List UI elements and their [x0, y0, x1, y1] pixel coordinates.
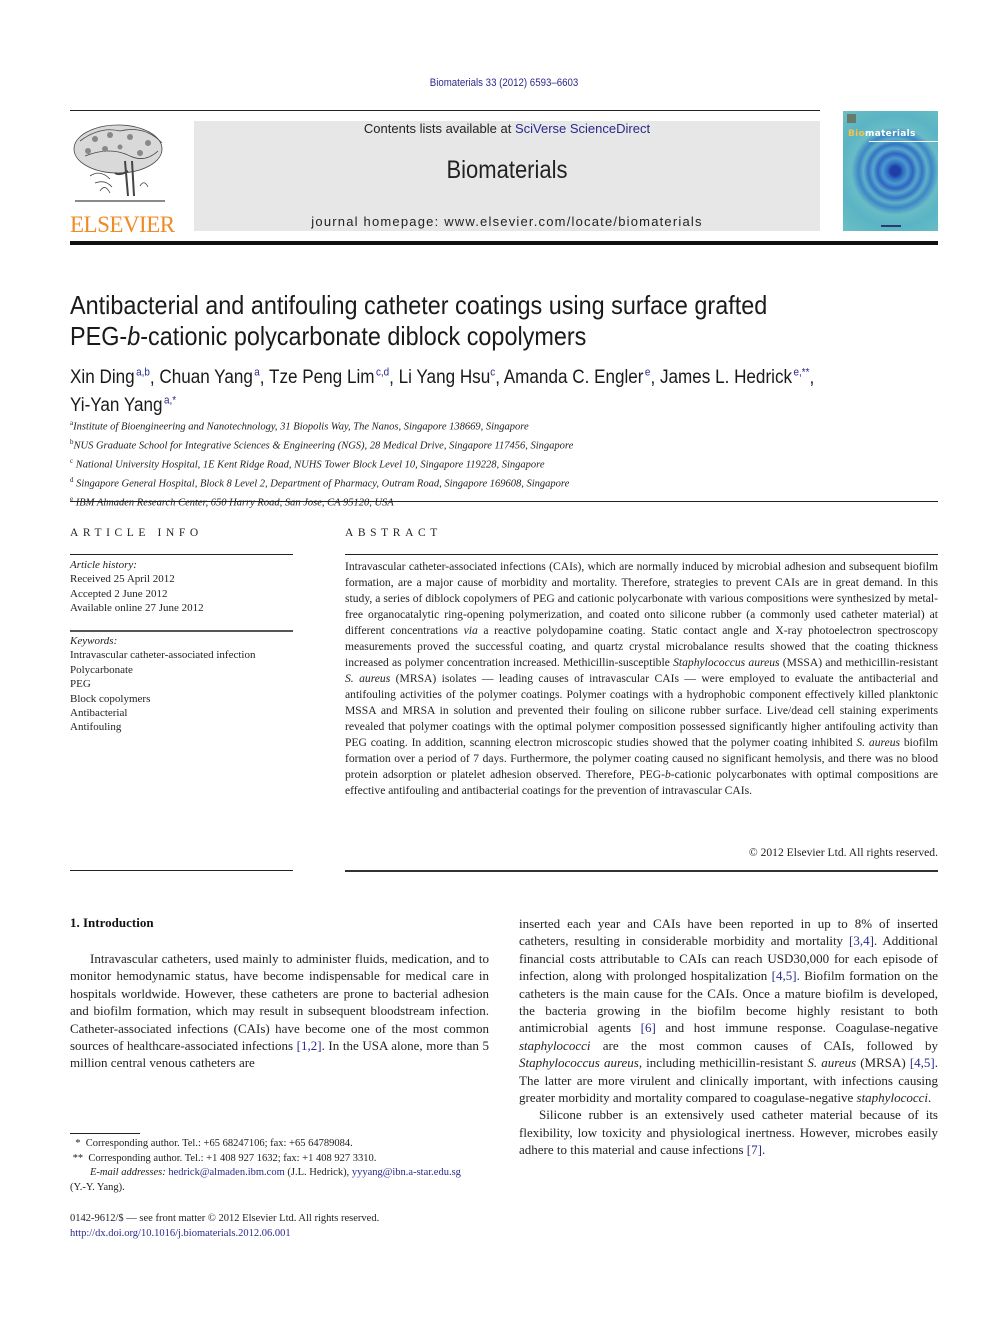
- author[interactable]: Yi-Yan Yang a,*: [70, 394, 176, 415]
- keyword: Intravascular catheter-associated infect…: [70, 649, 256, 662]
- affiliations: aInstitute of Bioengineering and Nanotec…: [70, 416, 573, 511]
- cover-publisher-badge-icon: [847, 114, 856, 123]
- journal-title: Biomaterials: [446, 156, 568, 184]
- corresponding-author-note: * Corresponding author. Tel.: +65 682471…: [70, 1138, 353, 1149]
- reference-link[interactable]: [4,5]: [910, 1055, 935, 1070]
- affiliation: c National University Hospital, 1E Kent …: [70, 457, 545, 471]
- article-history: Article history: Received 25 April 2012 …: [70, 558, 204, 616]
- journal-citation[interactable]: Biomaterials 33 (2012) 6593–6603: [60, 77, 947, 89]
- abstract-rule: [345, 554, 938, 555]
- contents-prefix: Contents lists available at: [363, 121, 515, 136]
- doi-link[interactable]: http://dx.doi.org/10.1016/j.biomaterials…: [70, 1227, 500, 1242]
- abstract-copyright: © 2012 Elsevier Ltd. All rights reserved…: [748, 846, 938, 859]
- online-date: Available online 27 June 2012: [70, 602, 204, 615]
- author[interactable]: Li Yang Hsuc: [399, 367, 496, 388]
- author[interactable]: Amanda C. Engler e: [504, 367, 651, 388]
- reference-link[interactable]: [6]: [641, 1020, 656, 1035]
- reference-link[interactable]: [1,2]: [297, 1038, 322, 1053]
- cover-title: Biomaterials: [848, 129, 916, 139]
- article-info-rule: [70, 630, 293, 632]
- author-list: Xin Ding a,b, Chuan Yang a, Tze Peng Lim…: [70, 367, 815, 416]
- article-title: Antibacterial and antifouling catheter c…: [70, 290, 768, 351]
- cover-footer-mark: [881, 225, 901, 227]
- section-rule: [70, 501, 938, 502]
- footnote-rule: [70, 1133, 140, 1134]
- affiliation: bNUS Graduate School for Integrative Sci…: [70, 438, 574, 452]
- elsevier-logo[interactable]: ELSEVIER: [70, 121, 175, 237]
- author[interactable]: Chuan Yang a: [159, 367, 259, 388]
- article-info-rule: [70, 554, 293, 555]
- history-label: Article history:: [70, 559, 137, 571]
- sciencedirect-link[interactable]: SciVerse ScienceDirect: [515, 121, 650, 136]
- journal-homepage-link[interactable]: journal homepage: www.elsevier.com/locat…: [194, 214, 820, 229]
- intro-left-column: Intravascular catheters, used mainly to …: [70, 951, 490, 1071]
- article-info-rule: [70, 870, 293, 871]
- reference-link[interactable]: [4,5]: [772, 968, 797, 983]
- elsevier-tree-icon: [73, 124, 165, 202]
- corresponding-author-note: ** Corresponding author. Tel.: +1 408 92…: [70, 1152, 377, 1164]
- author[interactable]: James L. Hedrick e,**: [660, 367, 810, 388]
- article-info-heading: ARTICLE INFO: [70, 527, 203, 539]
- abstract-rule: [345, 870, 938, 872]
- keywords-label: Keywords:: [70, 635, 118, 647]
- email-owner: (Y.-Y. Yang).: [70, 1181, 125, 1193]
- intro-paragraph: inserted each year and CAIs have been re…: [519, 916, 939, 1106]
- cover-line: [869, 141, 938, 142]
- received-date: Received 25 April 2012: [70, 573, 175, 586]
- author[interactable]: Xin Ding a,b: [70, 367, 150, 388]
- affiliation: d Singapore General Hospital, Block 8 Le…: [70, 476, 570, 490]
- email-link[interactable]: hedrick@almaden.ibm.com: [168, 1167, 284, 1178]
- author[interactable]: Tze Peng Lim c,d: [269, 367, 389, 388]
- email-line: E-mail addresses: hedrick@almaden.ibm.co…: [90, 1167, 461, 1178]
- abstract-text: Intravascular catheter-associated infect…: [345, 560, 938, 797]
- introduction-heading: 1. Introduction: [70, 915, 154, 930]
- intro-right-column: inserted each year and CAIs have been re…: [519, 915, 938, 1159]
- accepted-date: Accepted 2 June 2012: [70, 587, 168, 600]
- keyword: Polycarbonate: [70, 663, 133, 676]
- reference-link[interactable]: [7]: [747, 1142, 762, 1157]
- header-rule: [70, 110, 820, 111]
- keyword: Block copolymers: [70, 692, 151, 705]
- contents-line: Contents lists available at SciVerse Sci…: [194, 121, 820, 136]
- journal-banner: Contents lists available at SciVerse Sci…: [194, 121, 820, 231]
- reference-link[interactable]: [3,4]: [849, 933, 874, 948]
- page-footer: 0142-9612/$ — see front matter © 2012 El…: [70, 1212, 500, 1241]
- journal-cover-thumbnail[interactable]: Biomaterials: [843, 111, 938, 231]
- issn-line: 0142-9612/$ — see front matter © 2012 El…: [70, 1213, 380, 1224]
- abstract-heading: ABSTRACT: [345, 527, 442, 539]
- keyword: PEG: [70, 678, 91, 691]
- email-link[interactable]: yyyang@ibn.a-star.edu.sg: [352, 1167, 461, 1178]
- elsevier-wordmark: ELSEVIER: [70, 212, 175, 237]
- header-thick-rule: [70, 241, 938, 245]
- intro-paragraph: Silicone rubber is an extensively used c…: [519, 1107, 938, 1158]
- keywords: Keywords: Intravascular catheter-associa…: [70, 634, 255, 735]
- keyword: Antibacterial: [70, 707, 128, 720]
- affiliation: aInstitute of Bioengineering and Nanotec…: [70, 419, 529, 433]
- footnotes: * Corresponding author. Tel.: +65 682471…: [70, 1137, 500, 1195]
- keyword: Antifouling: [70, 721, 122, 734]
